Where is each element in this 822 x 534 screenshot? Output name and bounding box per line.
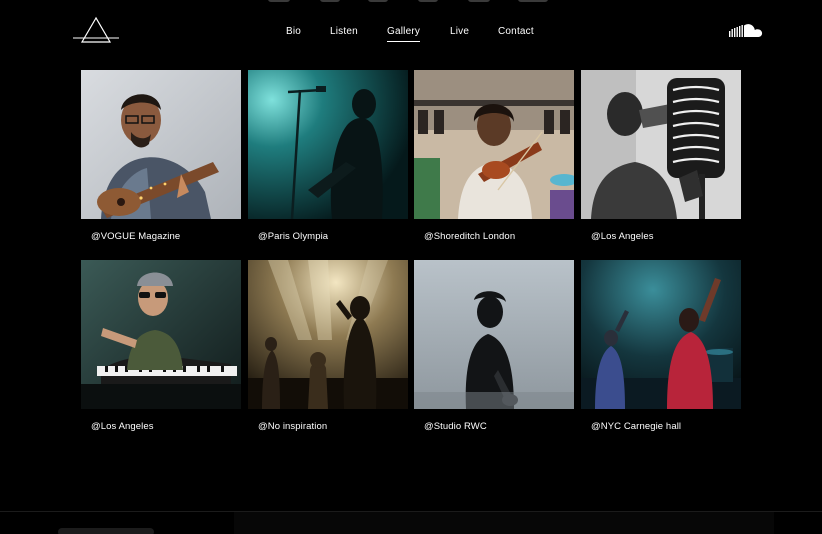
soundcloud-icon[interactable] [728, 22, 766, 40]
gallery-caption-7: @Studio RWC [424, 421, 487, 432]
page: Bio Listen Gallery Live Contact @VOGUE M… [0, 0, 822, 534]
gallery-item-photo-2[interactable] [248, 70, 408, 219]
gallery-item-photo-8[interactable] [581, 260, 741, 409]
main-nav: Bio Listen Gallery Live Contact [0, 25, 822, 45]
gallery-item-photo-5[interactable] [81, 260, 241, 409]
nav-live[interactable]: Live [450, 25, 469, 39]
gallery-item-photo-7[interactable] [414, 260, 574, 409]
gallery-caption-8: @NYC Carnegie hall [591, 421, 682, 432]
footer-panel [234, 512, 774, 534]
gallery-item-photo-1[interactable] [81, 70, 241, 219]
footer-fragment [58, 528, 154, 534]
header-title-fragment [268, 0, 554, 4]
nav-contact[interactable]: Contact [498, 25, 534, 39]
gallery-item-photo-4[interactable] [581, 70, 741, 219]
gallery-item-photo-3[interactable] [414, 70, 574, 219]
nav-bio[interactable]: Bio [286, 25, 301, 39]
gallery-caption-2: @Paris Olympia [258, 231, 329, 242]
gallery-item-photo-6[interactable] [248, 260, 408, 409]
gallery-caption-6: @No inspiration [258, 421, 328, 432]
nav-gallery[interactable]: Gallery [387, 25, 421, 42]
gallery-caption-1: @VOGUE Magazine [91, 231, 181, 242]
gallery-caption-3: @Shoreditch London [424, 231, 516, 242]
nav-listen[interactable]: Listen [330, 25, 358, 39]
gallery-caption-5: @Los Angeles [91, 421, 154, 432]
gallery-caption-4: @Los Angeles [591, 231, 654, 242]
